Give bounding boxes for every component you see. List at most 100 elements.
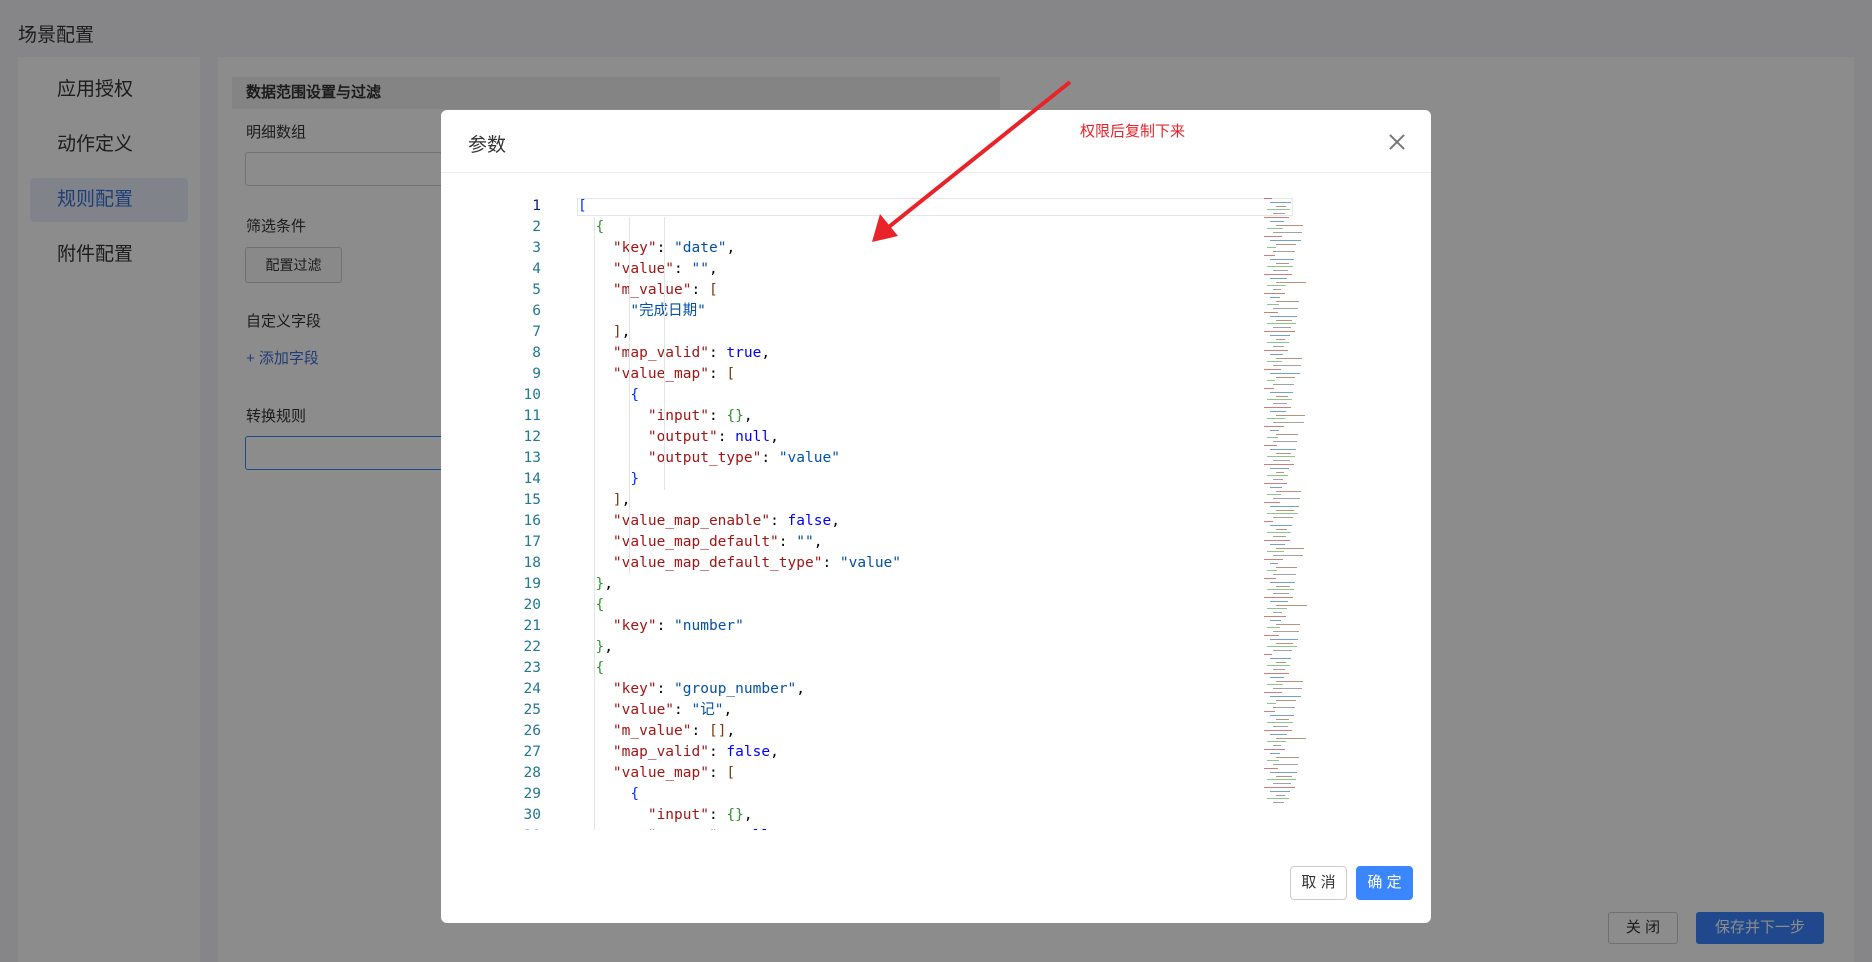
params-modal: 参数 1 [2 {3 "key": "date", 4 "value": "", 5 … [441, 110, 1431, 923]
minimap-line [1273, 745, 1281, 747]
minimap-line [1270, 790, 1290, 792]
minimap-line [1276, 585, 1290, 587]
minimap-line [1267, 456, 1295, 458]
minimap-line [1270, 619, 1281, 621]
line-number: 1 [532, 198, 541, 214]
line-number: 26 [523, 723, 541, 739]
minimap-line [1276, 414, 1305, 416]
code-text: "map_valid": true, [612, 345, 771, 361]
minimap-line [1270, 486, 1282, 488]
minimap-line [1270, 714, 1294, 716]
minimap-line [1270, 391, 1293, 393]
minimap-line [1267, 475, 1288, 477]
minimap-line [1264, 768, 1278, 769]
minimap-line [1270, 676, 1284, 678]
minimap-line [1264, 312, 1278, 313]
line-number: 14 [523, 471, 541, 487]
minimap-line [1276, 281, 1306, 283]
minimap-line [1270, 410, 1286, 412]
line-number: 28 [523, 765, 541, 781]
minimap-line [1270, 505, 1299, 507]
line-number: 11 [523, 408, 541, 424]
indent-guide [664, 217, 666, 490]
code-text: "完成日期" [630, 303, 706, 319]
minimap-line [1270, 448, 1296, 450]
line-number: 30 [523, 807, 541, 823]
minimap-line [1276, 490, 1301, 492]
line-number: 18 [523, 555, 541, 571]
minimap-line [1276, 547, 1304, 549]
code-text: "value_map": [ [612, 765, 736, 781]
minimap-line [1264, 483, 1287, 484]
code-text: "value_map_default": "", [612, 534, 823, 550]
minimap-line [1273, 422, 1304, 424]
minimap-line [1267, 513, 1298, 515]
code-text: ], [612, 492, 631, 508]
minimap-line [1273, 764, 1298, 766]
minimap-line [1270, 315, 1297, 317]
minimap-line [1273, 631, 1299, 633]
line-number: 8 [532, 345, 541, 361]
line-number: 19 [523, 576, 541, 592]
minimap-line [1276, 471, 1284, 473]
cancel-button[interactable]: 取 消 [1290, 866, 1347, 900]
minimap-line [1273, 441, 1297, 443]
minimap-line [1264, 521, 1273, 522]
minimap-line [1270, 657, 1291, 659]
code-text: "key": "group_number", [612, 681, 805, 697]
line-number: 6 [532, 303, 541, 319]
code-editor[interactable]: 1 [2 {3 "key": "date", 4 "value": "", 5 "m_… [471, 198, 1351, 830]
minimap-line [1276, 623, 1300, 625]
minimap-line [1264, 217, 1289, 218]
minimap-line [1267, 532, 1291, 534]
editor-minimap[interactable] [1264, 198, 1324, 808]
minimap-line [1267, 627, 1280, 629]
minimap-line [1270, 258, 1294, 260]
minimap-line [1270, 733, 1287, 735]
minimap-line [1264, 331, 1295, 332]
minimap-line [1264, 749, 1285, 750]
code-text: }, [595, 576, 613, 592]
line-number: 9 [532, 366, 541, 382]
code-text: "output": null, [647, 429, 779, 445]
minimap-line [1264, 274, 1292, 275]
minimap-line [1273, 270, 1288, 272]
minimap-line [1267, 304, 1279, 306]
minimap-line [1270, 239, 1301, 241]
modal-divider [441, 172, 1431, 173]
minimap-line [1264, 236, 1282, 237]
minimap-line [1264, 388, 1274, 389]
code-text: "value_map_default_type": "value" [612, 555, 902, 571]
minimap-line [1264, 711, 1275, 712]
code-text: "key": "date", [612, 240, 736, 256]
code-text: "value_map": [ [612, 366, 736, 382]
confirm-button[interactable]: 确 定 [1356, 866, 1413, 900]
minimap-line [1264, 350, 1288, 351]
code-text: "value": "", [612, 261, 718, 277]
minimap-line [1276, 224, 1303, 226]
minimap-line [1264, 787, 1295, 788]
minimap-line [1273, 669, 1285, 671]
code-text: "key": "number" [612, 618, 744, 634]
minimap-line [1276, 300, 1299, 302]
minimap-line [1264, 198, 1272, 199]
minimap-line [1270, 752, 1280, 754]
minimap-line [1270, 220, 1284, 222]
code-text: "value": "记", [612, 702, 733, 718]
minimap-line [1276, 680, 1303, 682]
line-number: 3 [532, 240, 541, 256]
minimap-line [1276, 395, 1288, 397]
minimap-line [1276, 661, 1286, 663]
minimap-line [1273, 251, 1295, 253]
close-icon[interactable] [1387, 132, 1407, 152]
code-text: "input": {}, [647, 408, 753, 424]
minimap-line [1270, 771, 1297, 773]
line-number: 17 [523, 534, 541, 550]
minimap-line [1267, 399, 1292, 401]
minimap-line [1264, 540, 1290, 541]
minimap-line [1276, 528, 1287, 530]
minimap-line [1264, 464, 1294, 465]
minimap-line [1267, 209, 1290, 211]
line-number: 13 [523, 450, 541, 466]
minimap-line [1276, 566, 1297, 568]
